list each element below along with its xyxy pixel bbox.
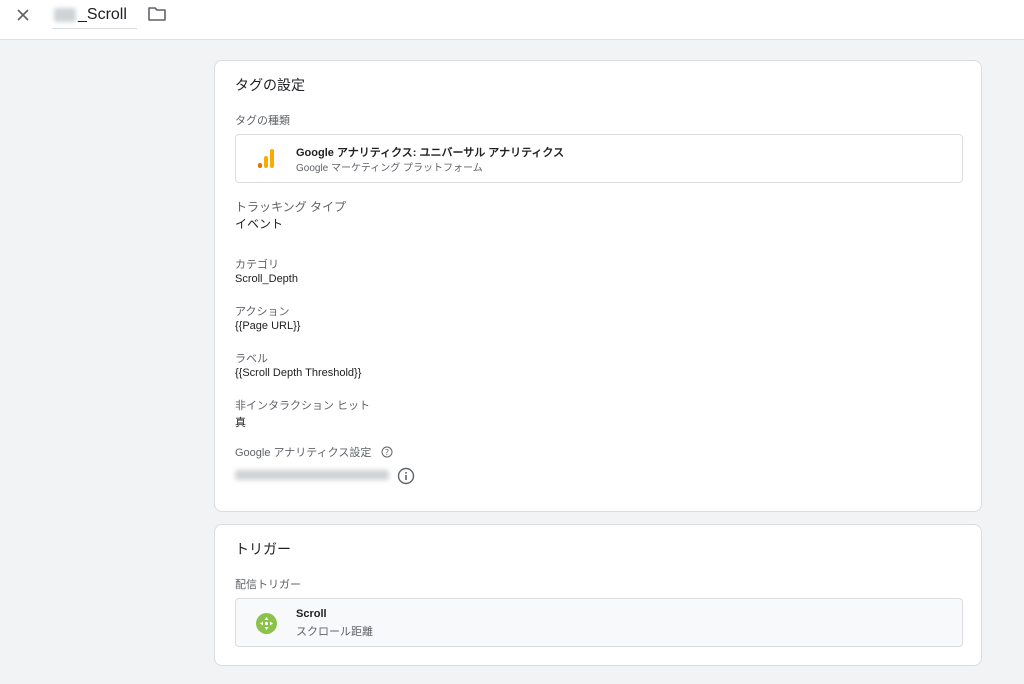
help-icon[interactable]: ? bbox=[381, 445, 393, 458]
trigger-title: トリガー bbox=[235, 541, 291, 557]
action-label: アクション bbox=[235, 306, 290, 318]
info-icon[interactable] bbox=[397, 467, 415, 485]
top-bar: _Scroll bbox=[0, 0, 1024, 40]
google-analytics-icon bbox=[258, 148, 274, 168]
redacted-ga-settings-value bbox=[235, 470, 389, 480]
non-interaction-value: 真 bbox=[235, 417, 246, 429]
tag-type-label: タグの種類 bbox=[235, 115, 290, 127]
scroll-trigger-icon bbox=[256, 613, 277, 634]
tag-type-platform: Google マーケティング プラットフォーム bbox=[296, 163, 483, 174]
label-value: {{Scroll Depth Threshold}} bbox=[235, 367, 362, 379]
tag-type-box[interactable]: Google アナリティクス: ユニバーサル アナリティクス Google マー… bbox=[235, 134, 963, 183]
folder-button[interactable] bbox=[147, 5, 167, 23]
folder-icon bbox=[148, 7, 166, 21]
trigger-card[interactable]: トリガー 配信トリガー Scroll スクロール距離 bbox=[214, 524, 982, 666]
label-label: ラベル bbox=[235, 353, 268, 365]
trigger-name: Scroll bbox=[296, 608, 327, 620]
action-value: {{Page URL}} bbox=[235, 320, 301, 332]
tag-name-field[interactable]: _Scroll bbox=[52, 4, 137, 29]
category-value: Scroll_Depth bbox=[235, 273, 298, 285]
tag-name-text: _Scroll bbox=[78, 6, 127, 23]
trigger-item[interactable]: Scroll スクロール距離 bbox=[235, 598, 963, 647]
tag-config-card[interactable]: タグの設定 タグの種類 Google アナリティクス: ユニバーサル アナリティ… bbox=[214, 60, 982, 512]
tracking-type-label: トラッキング タイプ bbox=[235, 200, 346, 214]
close-icon bbox=[17, 9, 29, 21]
tag-config-title: タグの設定 bbox=[235, 77, 305, 93]
category-label: カテゴリ bbox=[235, 259, 279, 271]
non-interaction-label: 非インタラクション ヒット bbox=[235, 400, 371, 412]
close-button[interactable] bbox=[13, 5, 33, 25]
ga-settings-label: Google アナリティクス設定 bbox=[235, 447, 372, 459]
redacted-text bbox=[54, 8, 76, 22]
trigger-type: スクロール距離 bbox=[296, 626, 373, 638]
firing-trigger-label: 配信トリガー bbox=[235, 579, 301, 591]
tracking-type-value: イベント bbox=[235, 217, 284, 231]
svg-text:?: ? bbox=[385, 448, 389, 457]
tag-type-name: Google アナリティクス: ユニバーサル アナリティクス bbox=[296, 147, 565, 159]
